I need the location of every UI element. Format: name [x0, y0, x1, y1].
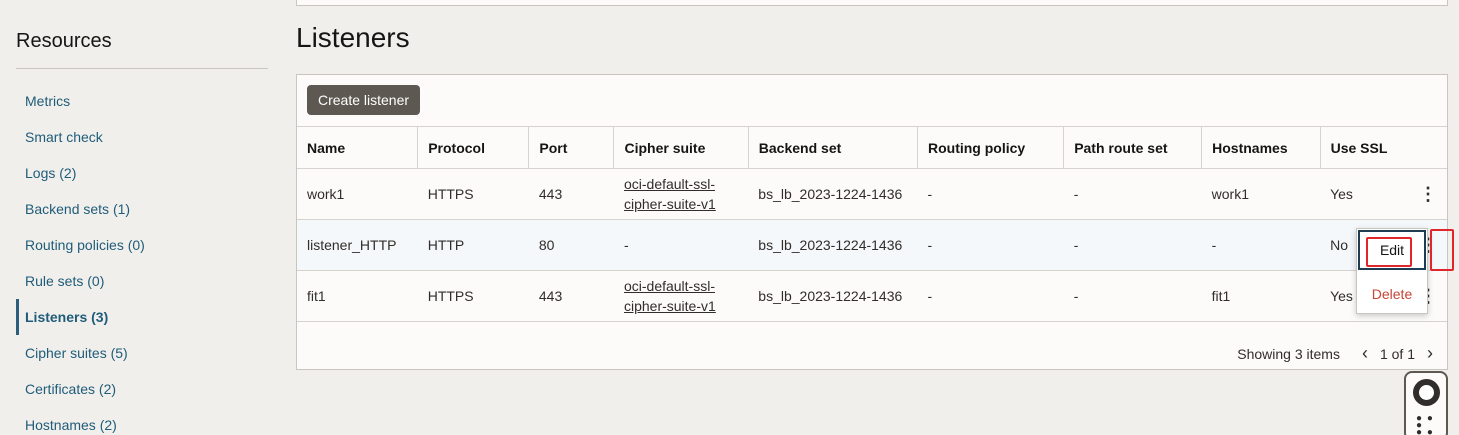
- cell-cipher-suite: -: [613, 219, 749, 271]
- annotation-highlight-edit: [1366, 237, 1412, 267]
- sidebar-item-routing-policies[interactable]: Routing policies (0): [16, 227, 268, 263]
- sidebar-list: Metrics Smart check Logs (2) Backend set…: [16, 83, 268, 435]
- sidebar-item-backend-sets[interactable]: Backend sets (1): [16, 191, 268, 227]
- listeners-table: Name Protocol Port Cipher suite Backend …: [297, 126, 1447, 322]
- cipher-suite-link-line1: oci-default-ssl-: [623, 278, 715, 294]
- column-header-path-route-set[interactable]: Path route set: [1063, 126, 1203, 169]
- showing-count: Showing 3 items: [1237, 345, 1340, 362]
- cell-backend-set: bs_lb_2023-1224-1436: [748, 168, 918, 220]
- cell-port: 443: [528, 270, 614, 322]
- cipher-suite-link-line2: cipher-suite-v1: [623, 196, 716, 212]
- sidebar-item-rule-sets[interactable]: Rule sets (0): [16, 263, 268, 299]
- cell-routing-policy: -: [917, 219, 1064, 271]
- column-header-backend-set[interactable]: Backend set: [748, 126, 918, 169]
- cell-backend-set: bs_lb_2023-1224-1436: [748, 219, 918, 271]
- help-widget[interactable]: ● ● ●● ● ●: [1404, 371, 1448, 435]
- menu-item-edit[interactable]: Edit: [1358, 230, 1426, 270]
- table-header-row: Name Protocol Port Cipher suite Backend …: [297, 126, 1447, 169]
- cipher-suite-link-line1: oci-default-ssl-: [623, 176, 715, 192]
- column-header-protocol[interactable]: Protocol: [417, 126, 530, 169]
- sidebar-item-cipher-suites[interactable]: Cipher suites (5): [16, 335, 268, 371]
- table-row: work1 HTTPS 443 oci-default-ssl-cipher-s…: [297, 168, 1447, 220]
- table-footer: Showing 3 items ‹ 1 of 1 ›: [1237, 343, 1439, 364]
- grid-dots-icon: ● ● ●● ● ●: [1416, 413, 1434, 435]
- cipher-suite-link[interactable]: oci-default-ssl-cipher-suite-v1: [624, 276, 716, 316]
- cell-path-route-set: -: [1063, 219, 1202, 271]
- page-indicator: 1 of 1: [1379, 345, 1415, 362]
- chevron-left-icon[interactable]: ‹: [1356, 343, 1374, 364]
- cell-routing-policy: -: [917, 168, 1064, 220]
- cipher-suite-link-line2: cipher-suite-v1: [623, 298, 716, 314]
- cell-port: 80: [528, 219, 614, 271]
- resources-title: Resources: [16, 30, 112, 52]
- cell-cipher-suite: oci-default-ssl-cipher-suite-v1: [613, 270, 749, 322]
- page-title: Listeners: [296, 22, 410, 53]
- column-header-routing-policy[interactable]: Routing policy: [917, 126, 1065, 169]
- sidebar-item-certificates[interactable]: Certificates (2): [16, 371, 268, 407]
- cell-name: work1: [297, 168, 418, 220]
- row-actions-menu: Edit Delete: [1356, 228, 1428, 314]
- cipher-suite-link[interactable]: oci-default-ssl-cipher-suite-v1: [624, 174, 716, 214]
- sidebar-divider: [16, 68, 268, 69]
- table-row: listener_HTTP HTTP 80 - bs_lb_2023-1224-…: [297, 219, 1447, 271]
- cell-path-route-set: -: [1063, 168, 1202, 220]
- cell-name: fit1: [297, 270, 418, 322]
- sidebar-item-logs[interactable]: Logs (2): [16, 155, 268, 191]
- cell-name: listener_HTTP: [297, 219, 418, 271]
- menu-item-delete[interactable]: Delete: [1357, 281, 1427, 307]
- column-header-port[interactable]: Port: [528, 126, 615, 169]
- sidebar-item-hostnames[interactable]: Hostnames (2): [16, 407, 268, 435]
- column-header-cipher-suite[interactable]: Cipher suite: [613, 126, 749, 169]
- cell-path-route-set: -: [1063, 270, 1202, 322]
- cell-hostnames: work1: [1201, 168, 1321, 220]
- column-header-use-ssl[interactable]: Use SSL: [1320, 126, 1447, 169]
- cell-protocol: HTTPS: [417, 270, 529, 322]
- cell-protocol: HTTPS: [417, 168, 529, 220]
- cell-hostnames: fit1: [1201, 270, 1321, 322]
- cell-backend-set: bs_lb_2023-1224-1436: [748, 270, 918, 322]
- kebab-menu-icon[interactable]: ⋮: [1419, 185, 1437, 203]
- chevron-right-icon[interactable]: ›: [1421, 343, 1439, 364]
- sidebar-item-listeners[interactable]: Listeners (3): [16, 299, 268, 335]
- table-row: fit1 HTTPS 443 oci-default-ssl-cipher-su…: [297, 270, 1447, 322]
- create-listener-button[interactable]: Create listener: [307, 85, 421, 115]
- sidebar-item-metrics[interactable]: Metrics: [16, 83, 268, 119]
- cell-routing-policy: -: [917, 270, 1064, 322]
- cell-hostnames: -: [1201, 219, 1321, 271]
- cell-protocol: HTTP: [417, 219, 529, 271]
- annotation-highlight-kebab: [1430, 229, 1454, 271]
- row-actions: ⋮: [1408, 168, 1447, 220]
- cell-cipher-suite: oci-default-ssl-cipher-suite-v1: [613, 168, 749, 220]
- cell-use-ssl: Yes: [1320, 168, 1409, 220]
- column-header-hostnames[interactable]: Hostnames: [1201, 126, 1321, 169]
- resources-sidebar: Resources Metrics Smart check Logs (2) B…: [16, 0, 268, 435]
- listeners-panel: Create listener Name Protocol Port Ciphe…: [296, 74, 1448, 370]
- cell-port: 443: [528, 168, 614, 220]
- lifebuoy-icon: [1413, 379, 1440, 406]
- previous-panel: [296, 0, 1448, 6]
- sidebar-item-smart-check[interactable]: Smart check: [16, 119, 268, 155]
- column-header-name[interactable]: Name: [297, 126, 419, 169]
